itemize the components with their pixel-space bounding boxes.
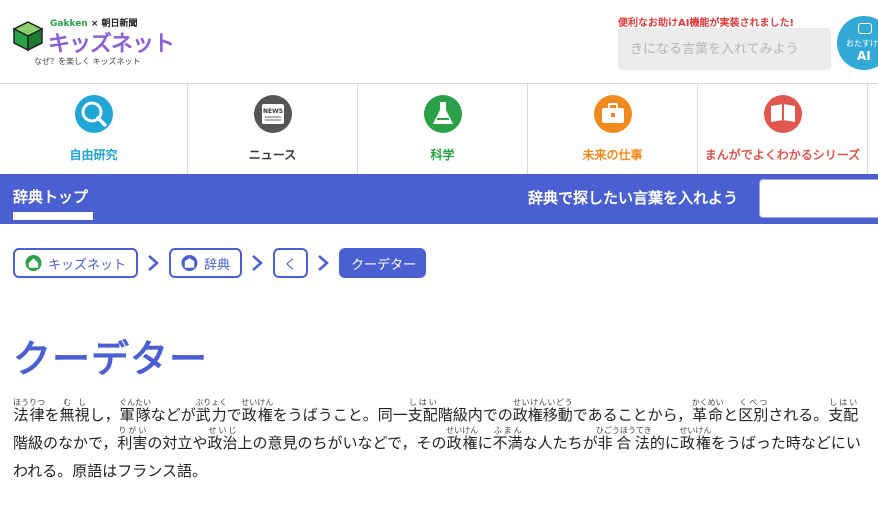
book-icon — [763, 95, 802, 133]
site-header: Gakken × 朝日新聞 キッズネット なぜ？を楽しく キッズネット 便利なお… — [0, 0, 878, 84]
category-label: 科学 — [430, 148, 455, 162]
magnifier-icon — [74, 95, 113, 133]
breadcrumb-home-label: キッズネット — [47, 257, 126, 273]
ai-button-small-label: おたすけ — [846, 39, 878, 48]
dictionary-search-prompt: 辞典で探したい言葉を入れよう — [528, 189, 739, 207]
category-science[interactable]: 科学 — [358, 84, 528, 174]
category-label: まんがでよくわかるシリーズ — [704, 148, 861, 162]
breadcrumb-current-label: クーデター — [351, 257, 417, 273]
active-tab-indicator — [13, 212, 93, 220]
category-research[interactable]: 自由研究 — [0, 84, 188, 174]
entry-title: クーデター — [13, 337, 209, 381]
category-label: 未来の仕事 — [582, 148, 643, 162]
cube-logo-icon — [12, 21, 44, 52]
chevron-right-icon — [252, 255, 263, 271]
dictionary-bar: 辞典トップ 辞典で探したい言葉を入れよう — [0, 174, 878, 224]
ai-helper-button[interactable]: おたすけ AI — [837, 16, 878, 70]
robot-icon — [858, 23, 872, 34]
ai-feature-notice: 便利なお助けAI機能が実装されました! — [618, 18, 795, 29]
chevron-right-icon — [318, 255, 329, 271]
breadcrumb-letter[interactable]: く — [273, 248, 308, 278]
logo-tagline: なぜ？を楽しく キッズネット — [34, 57, 141, 66]
breadcrumb-home[interactable]: キッズネット — [13, 248, 138, 278]
dictionary-icon — [181, 254, 198, 272]
entry-definition: 法律ほうりつを無視むしし，軍隊ぐんたいなどが武力ぶりょくで政権せいけんをうばうこ… — [13, 398, 861, 480]
breadcrumb-letter-label: く — [283, 257, 297, 273]
briefcase-icon — [593, 95, 632, 133]
logo-name: キッズネット — [48, 32, 175, 57]
site-logo[interactable]: Gakken × 朝日新聞 キッズネット なぜ？を楽しく キッズネット — [12, 16, 182, 68]
category-manga-series[interactable]: まんがでよくわかるシリーズ — [698, 84, 868, 174]
newspaper-icon: NEWS — [253, 95, 292, 133]
dictionary-top-link[interactable]: 辞典トップ — [13, 186, 88, 207]
breadcrumb-dictionary-label: 辞典 — [203, 257, 230, 273]
ai-button-large-label: AI — [857, 49, 871, 63]
chevron-right-icon — [148, 255, 159, 271]
category-label: ニュース — [248, 148, 297, 162]
flask-icon — [423, 95, 462, 133]
category-label: 自由研究 — [69, 148, 118, 162]
svg-text:NEWS: NEWS — [262, 108, 282, 115]
house-icon — [25, 254, 42, 272]
category-news[interactable]: NEWS ニュース — [188, 84, 358, 174]
breadcrumb-dictionary[interactable]: 辞典 — [169, 248, 242, 278]
category-nav: 自由研究 NEWS ニュース 科学 未来の仕事 まんがでよくわかるシリーズ — [0, 84, 878, 174]
keyword-search-input[interactable] — [618, 28, 831, 70]
dictionary-search-input[interactable] — [759, 179, 878, 218]
breadcrumb-current: クーデター — [339, 248, 426, 278]
category-future-jobs[interactable]: 未来の仕事 — [528, 84, 698, 174]
